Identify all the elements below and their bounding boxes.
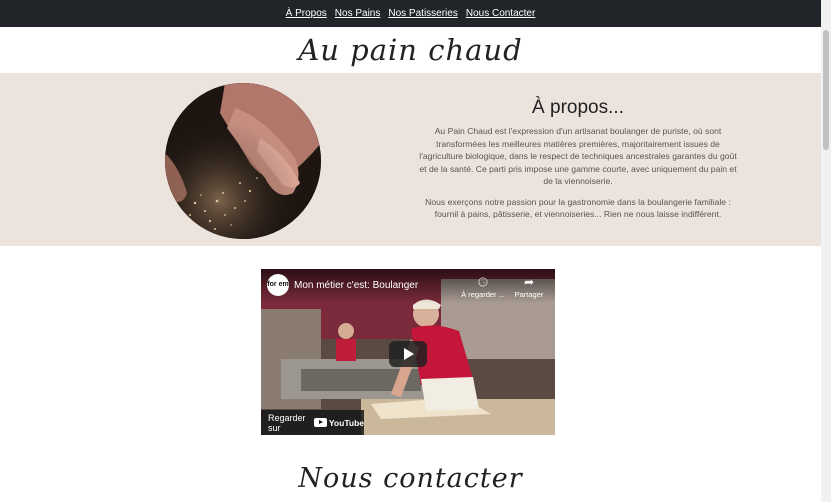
watch-later-label: À regarder ...	[461, 290, 505, 299]
page-scrollbar[interactable]	[821, 0, 831, 502]
flour-hands-photo	[165, 83, 321, 239]
youtube-video-embed[interactable]: for em Mon métier c'est: Boulanger 🕓︎ À …	[261, 269, 555, 435]
youtube-wordmark: YouTube	[328, 417, 364, 428]
nav-link-a-propos[interactable]: À Propos	[286, 8, 327, 19]
share-button[interactable]: ➦ Partager	[505, 275, 553, 299]
about-heading: À propos...	[532, 97, 624, 118]
share-label: Partager	[514, 290, 544, 299]
youtube-play-icon	[313, 418, 327, 427]
channel-avatar[interactable]: for em	[267, 274, 289, 296]
about-paragraph-1: Au Pain Chaud est l'expression d'un arti…	[419, 126, 737, 186]
brand-title: Au pain chaud	[298, 33, 523, 67]
youtube-logo: YouTube	[313, 417, 364, 428]
nav-link-nos-pains[interactable]: Nos Pains	[335, 8, 381, 19]
scrollbar-thumb[interactable]	[823, 30, 829, 150]
nav-link-nos-patisseries[interactable]: Nos Patisseries	[388, 8, 457, 19]
clock-icon: 🕓︎	[478, 275, 488, 289]
play-button[interactable]	[389, 341, 427, 367]
share-arrow-icon: ➦	[523, 275, 535, 289]
watch-on-youtube-button[interactable]: Regarder sur YouTube	[261, 410, 364, 435]
top-navbar: À Propos Nos Pains Nos Patisseries Nous …	[0, 0, 821, 27]
about-text-block: À propos... Au Pain Chaud est l'expressi…	[417, 97, 739, 229]
watch-on-label: Regarder sur	[268, 412, 306, 433]
about-paragraph-2: Nous exerçons notre passion pour la gast…	[425, 196, 731, 220]
about-section: À propos... Au Pain Chaud est l'expressi…	[0, 73, 821, 246]
nav-link-nous-contacter[interactable]: Nous Contacter	[466, 8, 535, 19]
watch-later-button[interactable]: 🕓︎ À regarder ...	[459, 275, 507, 299]
video-title[interactable]: Mon métier c'est: Boulanger	[294, 280, 418, 291]
contact-heading: Nous contacter	[298, 463, 523, 494]
play-icon	[404, 348, 414, 360]
